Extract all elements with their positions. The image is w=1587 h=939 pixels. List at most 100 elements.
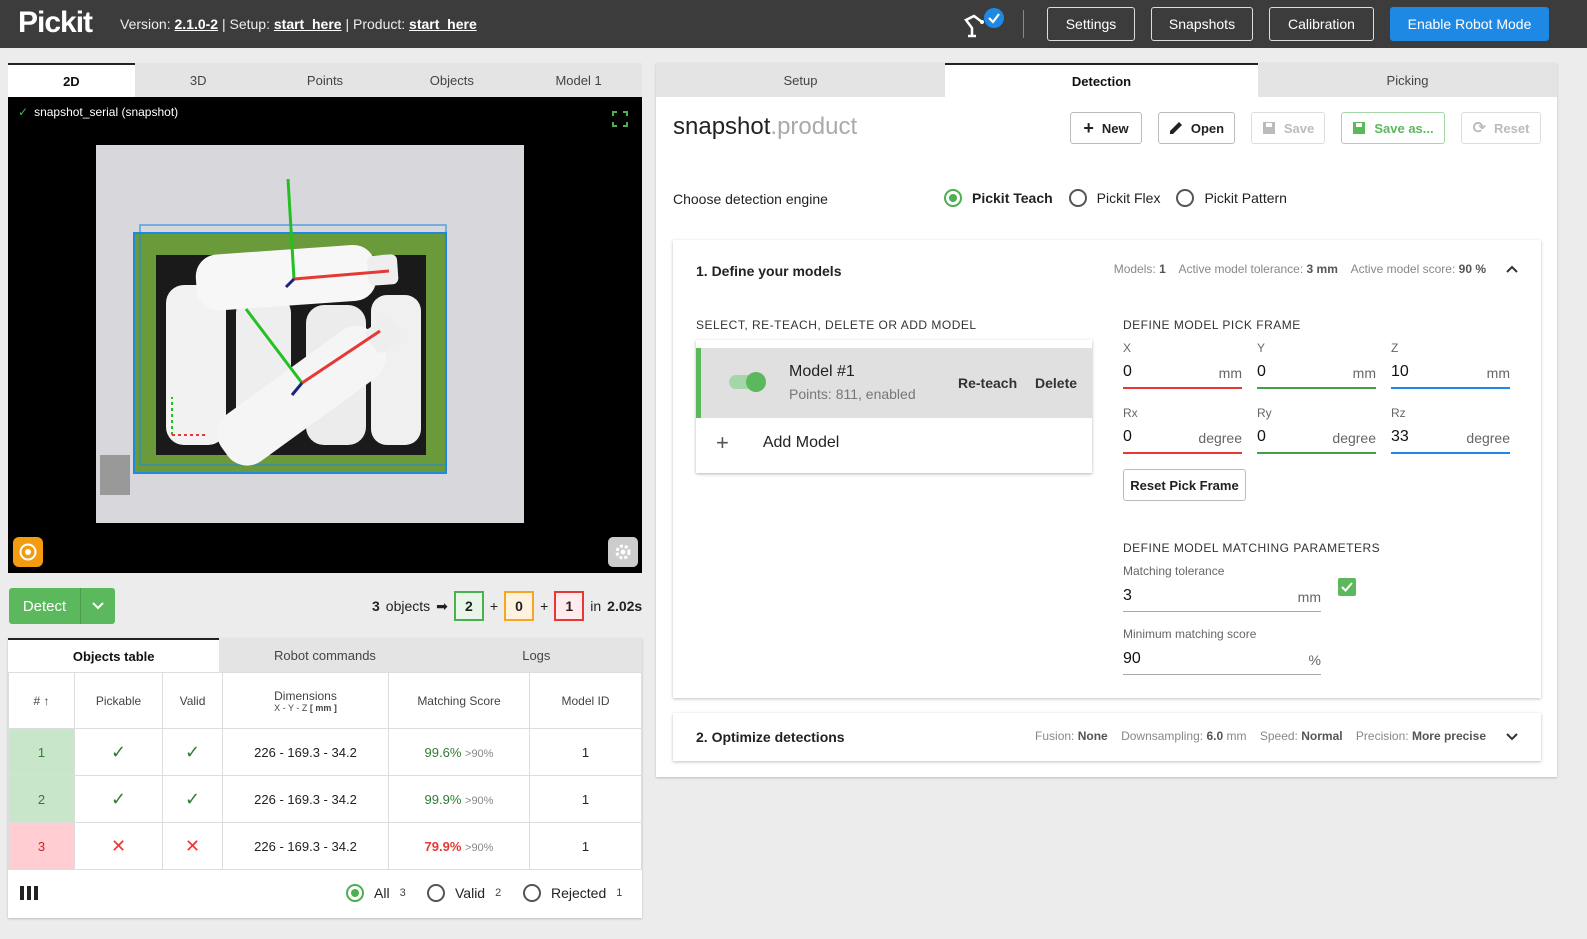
camera-snapshot-button[interactable] — [13, 537, 43, 567]
table-row[interactable]: 2 ✓ ✓ 226 - 169.3 - 34.2 99.9% >90% 1 — [8, 775, 642, 823]
chevron-up-icon[interactable] — [1505, 264, 1519, 274]
tolerance-checkbox[interactable] — [1338, 578, 1356, 596]
reset-pick-frame-button[interactable]: Reset Pick Frame — [1123, 469, 1246, 501]
plus-sign: + — [540, 598, 549, 614]
pick-rx-field[interactable]: Rx 0 degree — [1123, 406, 1242, 454]
tab-objects-table[interactable]: Objects table — [8, 638, 220, 672]
filter-all[interactable]: All 3 — [346, 884, 406, 902]
refresh-icon: ⟳ — [1472, 120, 1486, 137]
matching-tolerance-field[interactable]: Matching tolerance 3 mm — [1123, 564, 1321, 612]
dimensions-cell: 226 - 169.3 - 34.2 — [222, 775, 389, 823]
cross-icon: ✕ — [184, 835, 201, 856]
detect-dropdown[interactable] — [81, 588, 115, 624]
snapshots-button[interactable]: Snapshots — [1151, 7, 1253, 41]
engine-pickit-pattern[interactable]: Pickit Pattern — [1176, 189, 1287, 207]
check-icon — [1341, 582, 1353, 592]
save-as-button[interactable]: Save as... — [1341, 112, 1445, 144]
check-icon: ✓ — [110, 741, 127, 762]
snapshot-label: ✓ snapshot_serial (snapshot) — [18, 105, 179, 119]
new-button[interactable]: + New — [1070, 112, 1142, 144]
tab-setup[interactable]: Setup — [656, 63, 945, 97]
table-row[interactable]: 1 ✓ ✓ 226 - 169.3 - 34.2 99.6% >90% 1 — [8, 728, 642, 776]
radio-rejected[interactable] — [523, 884, 541, 902]
matching-params-heading: DEFINE MODEL MATCHING PARAMETERS — [1123, 541, 1381, 555]
min-score-field[interactable]: Minimum matching score 90% — [1123, 627, 1321, 675]
floppy-icon — [1262, 122, 1275, 134]
model-details: Points: 811, enabled — [789, 386, 916, 402]
calibration-button[interactable]: Calibration — [1269, 7, 1374, 41]
version-info: Version: 2.1.0-2 | Setup: start_here | P… — [120, 16, 477, 32]
model-item[interactable]: Model #1 Points: 811, enabled Re-teach D… — [696, 348, 1092, 418]
model-id-cell: 1 — [529, 728, 642, 776]
check-icon: ✓ — [184, 788, 201, 809]
radio-all[interactable] — [346, 884, 364, 902]
engine-pickit-teach[interactable]: Pickit Teach — [944, 189, 1053, 207]
table-row[interactable]: 3 ✕ ✕ 226 - 169.3 - 34.2 79.9% >90% 1 — [8, 822, 642, 870]
floppy-icon — [1353, 122, 1366, 134]
reset-button[interactable]: ⟳ Reset — [1461, 112, 1541, 144]
tab-detection[interactable]: Detection — [945, 63, 1258, 97]
tab-picking[interactable]: Picking — [1258, 63, 1557, 97]
engine-pickit-flex[interactable]: Pickit Flex — [1068, 189, 1160, 207]
section-title[interactable]: 2. Optimize detections — [696, 729, 845, 745]
viewer-panel: 2D 3D Points Objects Model 1 ✓ snapshot_s… — [8, 63, 642, 573]
select-model-heading: SELECT, RE-TEACH, DELETE OR ADD MODEL — [696, 318, 977, 332]
check-icon: ✓ — [184, 741, 201, 762]
enable-robot-mode-button[interactable]: Enable Robot Mode — [1390, 7, 1549, 41]
plus-icon: + — [1083, 117, 1094, 138]
save-button[interactable]: Save — [1251, 112, 1325, 144]
setup-link[interactable]: start_here — [274, 16, 342, 32]
score-cell: 79.9% >90% — [388, 822, 530, 870]
score-cell: 99.6% >90% — [388, 728, 530, 776]
tab-objects[interactable]: Objects — [388, 63, 516, 97]
model-enable-toggle[interactable] — [729, 372, 766, 392]
tab-robot-commands[interactable]: Robot commands — [219, 638, 430, 672]
section-title[interactable]: 1. Define your models — [696, 263, 841, 279]
viewer-settings-button[interactable] — [608, 537, 638, 567]
robot-connected-icon[interactable] — [962, 6, 1006, 38]
radio-valid[interactable] — [427, 884, 445, 902]
version-link[interactable]: 2.1.0-2 — [174, 16, 218, 32]
filter-valid[interactable]: Valid 2 — [427, 884, 501, 902]
detect-button[interactable]: Detect — [9, 588, 115, 624]
tab-points[interactable]: Points — [261, 63, 389, 97]
detection-time: 2.02s — [607, 598, 643, 614]
sort-number-header[interactable]: # ↑ — [8, 672, 75, 729]
pick-x-field[interactable]: X 0 mm — [1123, 341, 1242, 389]
objects-panel: Objects table Robot commands Logs # ↑ Pi… — [8, 638, 642, 918]
viewer-tabs: 2D 3D Points Objects Model 1 — [8, 63, 642, 97]
model-name: Model #1 — [789, 363, 855, 380]
open-button[interactable]: Open — [1158, 112, 1235, 144]
row-number: 3 — [8, 822, 75, 870]
camera-view[interactable]: ✓ snapshot_serial (snapshot) — [8, 97, 642, 573]
optimize-detections-section[interactable]: 2. Optimize detections Fusion: None Down… — [673, 713, 1541, 761]
tab-3d[interactable]: 3D — [134, 63, 262, 97]
pencil-icon — [1169, 122, 1182, 134]
tab-logs[interactable]: Logs — [431, 638, 642, 672]
pick-ry-field[interactable]: Ry 0 degree — [1257, 406, 1376, 454]
pick-z-field[interactable]: Z 10 mm — [1391, 341, 1510, 389]
fullscreen-icon[interactable] — [612, 111, 628, 127]
header-divider — [1023, 10, 1024, 38]
chevron-down-icon[interactable] — [1505, 732, 1519, 742]
filter-rejected[interactable]: Rejected 1 — [523, 884, 622, 902]
table-header-row: # ↑ Pickable Valid Dimensions X - Y - Z … — [8, 672, 642, 729]
warning-count-badge: 0 — [504, 591, 535, 621]
row-number: 1 — [8, 728, 75, 776]
reteach-button[interactable]: Re-teach — [958, 375, 1017, 391]
configuration-panel: Setup Detection Picking snapshot.product… — [656, 63, 1557, 777]
object-count: 3 — [372, 598, 380, 614]
columns-icon[interactable] — [20, 886, 38, 900]
tab-2d[interactable]: 2D — [8, 63, 135, 97]
product-link[interactable]: start_here — [409, 16, 477, 32]
delete-button[interactable]: Delete — [1035, 375, 1077, 391]
engine-options: Pickit Teach Pickit Flex Pickit Pattern — [944, 189, 1303, 207]
add-model-button[interactable]: + Add Model — [716, 430, 839, 456]
tab-model-1[interactable]: Model 1 — [515, 63, 642, 97]
valid-header: Valid — [162, 672, 223, 729]
pick-y-field[interactable]: Y 0 mm — [1257, 341, 1376, 389]
settings-button[interactable]: Settings — [1047, 7, 1135, 41]
detect-label[interactable]: Detect — [9, 588, 81, 624]
setup-label: | Setup: — [221, 16, 270, 32]
pick-rz-field[interactable]: Rz 33 degree — [1391, 406, 1510, 454]
